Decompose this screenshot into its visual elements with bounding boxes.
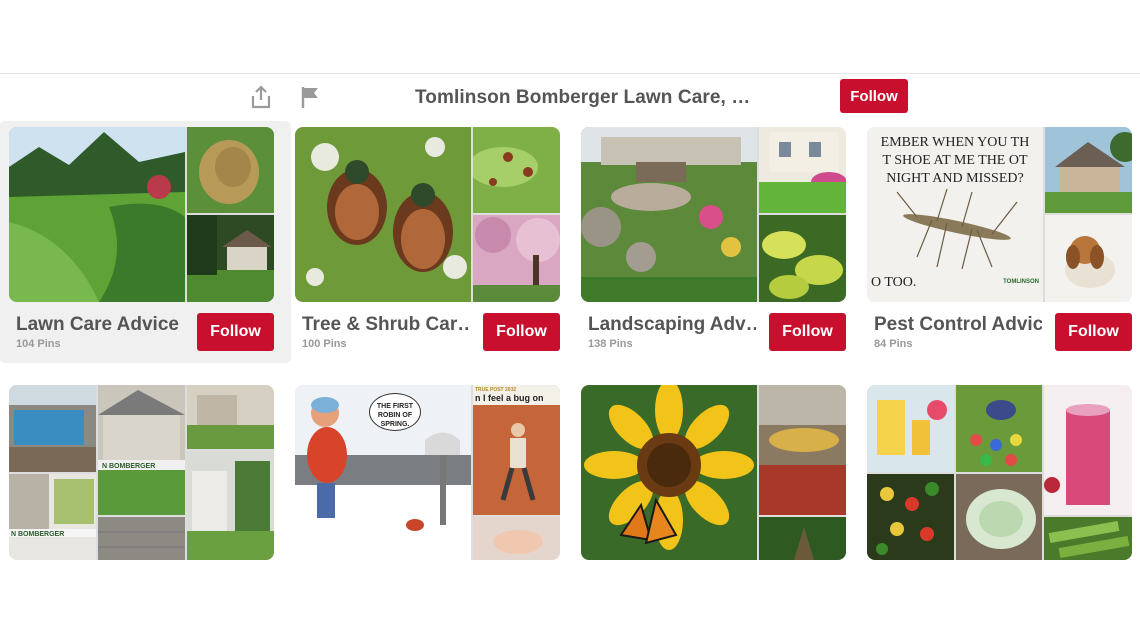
patio-garden-photo (581, 127, 757, 302)
share-icon[interactable] (248, 84, 274, 110)
centipede-meme-image: EMBER WHEN YOU TH T SHOE AT ME THE OT NI… (867, 127, 1043, 302)
pool-photo (9, 385, 96, 472)
blossom-tree-photo (473, 215, 560, 302)
svg-text:N BOMBERGER: N BOMBERGER (11, 531, 64, 538)
sunflower-butterfly-photo (581, 385, 757, 560)
hosta-plant-photo (759, 215, 846, 302)
board-info: Lawn Care Advice 104 Pins Follow (9, 312, 274, 357)
beagle-puppy-photo (1045, 215, 1132, 302)
lemonade-photo (867, 385, 954, 472)
dancing-man-icon (500, 423, 536, 501)
dead-grass-photo (187, 127, 274, 213)
board-header: Tomlinson Bomberger Lawn Care, … Follow (0, 73, 1140, 123)
leaf-beetles-photo (473, 127, 560, 213)
board-pin-count: 100 Pins (302, 338, 347, 350)
hand-photo (473, 517, 560, 560)
follow-board-button[interactable]: Follow (769, 313, 846, 351)
paver-walkway-photo (98, 517, 185, 560)
board-cover[interactable]: EMBER WHEN YOU TH T SHOE AT ME THE OT NI… (867, 127, 1132, 302)
bug-meme-image: TRUE POST 2032 n I feel a bug on (473, 385, 560, 515)
meme-line: n I feel a bug on (475, 393, 544, 403)
board-title[interactable]: Lawn Care Advice (16, 314, 179, 336)
yard-corner-photo (187, 385, 274, 449)
follow-board-button[interactable]: Follow (1055, 313, 1132, 351)
follow-profile-button[interactable]: Follow (840, 79, 908, 113)
meme-line: O TOO. (871, 275, 917, 290)
cucumber-dip-photo (956, 474, 1042, 560)
page-title: Tomlinson Bomberger Lawn Care, … (415, 87, 751, 108)
board-pin-count: 104 Pins (16, 338, 61, 350)
garden-twister-photo (956, 385, 1042, 472)
board-title[interactable]: Pest Control Advice (874, 314, 1042, 336)
forest-path-photo (759, 517, 846, 560)
board-pin-count: 138 Pins (588, 338, 633, 350)
board-cover[interactable]: N BOMBERGER N BOMBERGER (9, 385, 274, 560)
board-cover[interactable]: THE FIRST ROBIN OF SPRING. TRUE POST 203… (295, 385, 560, 560)
svg-text:N BOMBERGER: N BOMBERGER (102, 463, 155, 470)
board-pin-count: 84 Pins (874, 338, 913, 350)
berry-smoothie-photo (1044, 385, 1132, 515)
side-yard-photo (187, 451, 274, 560)
board-title[interactable]: Tree & Shrub Car… (302, 314, 470, 336)
meme-line: NIGHT AND MISSED? (886, 171, 1024, 186)
cucumber-slices-photo (1044, 517, 1132, 560)
flag-icon[interactable] (298, 84, 324, 110)
board-cover[interactable] (867, 385, 1132, 560)
board-info: Tree & Shrub Car… 100 Pins Follow (295, 312, 560, 357)
board-info: Pest Control Advice 84 Pins Follow (867, 312, 1132, 357)
board-cover[interactable] (581, 385, 846, 560)
follow-board-button[interactable]: Follow (483, 313, 560, 351)
corn-harvest-photo (759, 385, 846, 515)
lawn-photo-main (9, 127, 185, 302)
company-logo: TOMLINSON (1003, 279, 1039, 285)
meme-line: EMBER WHEN YOU TH (880, 135, 1030, 150)
robin-cartoon-image: THE FIRST ROBIN OF SPRING. (295, 385, 471, 560)
corn-salad-photo (867, 474, 954, 560)
meme-line: T SHOE AT ME THE OT (882, 153, 1028, 168)
board-info: Landscaping Adv… 138 Pins Follow (581, 312, 846, 357)
patio-install-photo: N BOMBERGER (9, 474, 96, 560)
board-title[interactable]: Landscaping Adv… (588, 314, 756, 336)
follow-board-button[interactable]: Follow (197, 313, 274, 351)
backyard-house-photo: N BOMBERGER (98, 385, 185, 515)
house-lawn-photo (187, 215, 274, 302)
house-photo (1045, 127, 1132, 213)
board-cover[interactable] (9, 127, 274, 302)
board-cover[interactable] (295, 127, 560, 302)
board-cover[interactable] (581, 127, 846, 302)
speech-bubble: THE FIRST ROBIN OF SPRING. (369, 393, 421, 431)
centipede-icon (896, 188, 1018, 270)
front-yard-photo (759, 127, 846, 213)
japanese-beetles-photo (295, 127, 471, 302)
